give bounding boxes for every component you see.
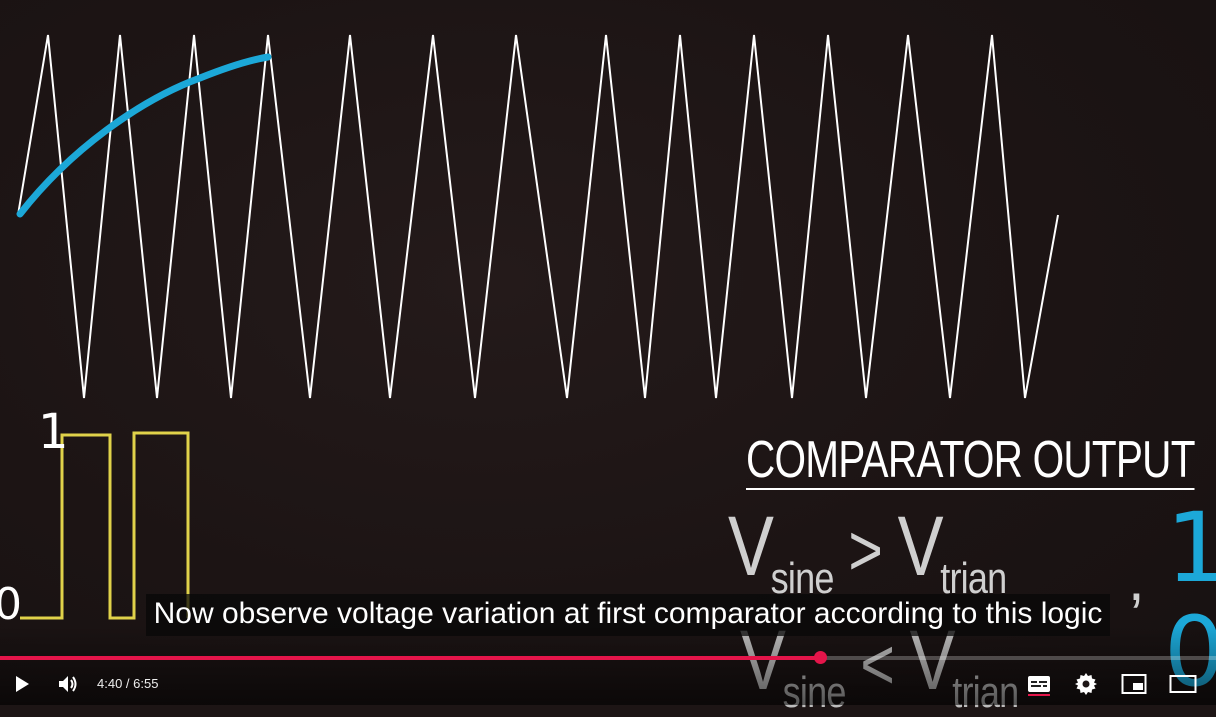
miniplayer-button[interactable]: [1114, 664, 1154, 704]
caption-text: Now observe voltage variation at first c…: [145, 594, 1111, 636]
theater-mode-icon: [1169, 675, 1197, 693]
v-label: V: [728, 499, 774, 593]
caption-container: Now observe voltage variation at first c…: [0, 594, 1216, 636]
mute-button[interactable]: [48, 664, 88, 704]
comparator-output-title: COMPARATOR OUTPUT: [746, 431, 1195, 490]
play-icon: [16, 676, 29, 692]
v-label: V: [897, 499, 944, 593]
progress-bar[interactable]: [0, 651, 1216, 664]
time-display: 4:40 / 6:55: [97, 676, 159, 691]
greater-than-symbol: >: [848, 511, 883, 591]
progress-scrubber[interactable]: [813, 651, 827, 664]
subtitles-button[interactable]: [1019, 664, 1059, 704]
volume-icon: [59, 676, 77, 692]
pulse-wave: [20, 431, 190, 620]
video-frame[interactable]: 1 0 COMPARATOR OUTPUT Vsine>Vtrian , 1 V…: [0, 0, 1216, 717]
logic-high-label: 1: [38, 404, 69, 460]
result-high: 1: [1166, 492, 1216, 604]
condition-high: Vsine > Vtrian: [728, 498, 1007, 603]
player-controls: 4:40 / 6:55: [0, 664, 1216, 704]
theater-mode-button[interactable]: [1163, 664, 1203, 704]
subtitles-icon: [1028, 676, 1050, 696]
gear-icon: [1075, 673, 1097, 695]
progress-played: [0, 656, 820, 660]
play-button[interactable]: [2, 664, 42, 704]
settings-button[interactable]: [1066, 664, 1106, 704]
miniplayer-icon: [1121, 674, 1147, 694]
